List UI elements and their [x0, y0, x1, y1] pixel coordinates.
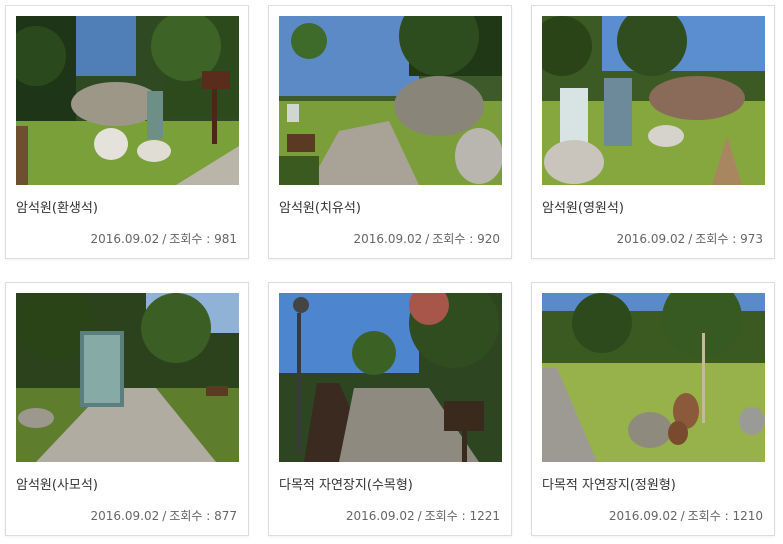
- post-date: 2016.09.02: [90, 509, 160, 523]
- post-date: 2016.09.02: [616, 232, 686, 246]
- views-label: 조회수 :: [695, 232, 737, 246]
- meta-separator: /: [425, 232, 430, 246]
- card-title[interactable]: 다목적 자연장지(정원형): [542, 474, 676, 493]
- meta-separator: /: [162, 509, 167, 523]
- gallery-card[interactable]: 다목적 자연장지(정원형) 2016.09.02/조회수 : 1210: [531, 282, 775, 536]
- card-meta: 2016.09.02/조회수 : 981: [91, 230, 237, 247]
- meta-separator: /: [417, 509, 422, 523]
- gallery-card[interactable]: 암석원(영원석) 2016.09.02/조회수 : 973: [531, 5, 775, 259]
- views-label: 조회수 :: [432, 232, 474, 246]
- card-meta: 2016.09.02/조회수 : 1221: [346, 507, 500, 524]
- views-count: 973: [740, 232, 763, 246]
- views-count: 877: [214, 509, 237, 523]
- post-date: 2016.09.02: [353, 232, 423, 246]
- thumbnail-image[interactable]: [16, 293, 239, 462]
- gallery-card[interactable]: 다목적 자연장지(수목형) 2016.09.02/조회수 : 1221: [268, 282, 512, 536]
- thumbnail-image[interactable]: [542, 16, 765, 185]
- card-title[interactable]: 암석원(사모석): [16, 474, 98, 493]
- gallery-card[interactable]: 암석원(환생석) 2016.09.02/조회수 : 981: [5, 5, 249, 259]
- views-count: 981: [214, 232, 237, 246]
- card-title[interactable]: 암석원(환생석): [16, 197, 98, 216]
- gallery-card[interactable]: 암석원(치유석) 2016.09.02/조회수 : 920: [268, 5, 512, 259]
- views-label: 조회수 :: [687, 509, 729, 523]
- views-count: 920: [477, 232, 500, 246]
- thumbnail-image[interactable]: [542, 293, 765, 462]
- views-count: 1210: [732, 509, 763, 523]
- card-meta: 2016.09.02/조회수 : 877: [91, 507, 237, 524]
- post-date: 2016.09.02: [608, 509, 678, 523]
- card-meta: 2016.09.02/조회수 : 920: [354, 230, 500, 247]
- thumbnail-image[interactable]: [279, 293, 502, 462]
- thumbnail-image[interactable]: [16, 16, 239, 185]
- card-title[interactable]: 암석원(치유석): [279, 197, 361, 216]
- post-date: 2016.09.02: [90, 232, 160, 246]
- card-meta: 2016.09.02/조회수 : 973: [617, 230, 763, 247]
- thumbnail-image[interactable]: [279, 16, 502, 185]
- card-title[interactable]: 암석원(영원석): [542, 197, 624, 216]
- card-title[interactable]: 다목적 자연장지(수목형): [279, 474, 413, 493]
- post-date: 2016.09.02: [345, 509, 415, 523]
- gallery-card[interactable]: 암석원(사모석) 2016.09.02/조회수 : 877: [5, 282, 249, 536]
- views-count: 1221: [469, 509, 500, 523]
- card-meta: 2016.09.02/조회수 : 1210: [609, 507, 763, 524]
- meta-separator: /: [688, 232, 693, 246]
- meta-separator: /: [680, 509, 685, 523]
- views-label: 조회수 :: [169, 509, 211, 523]
- meta-separator: /: [162, 232, 167, 246]
- views-label: 조회수 :: [424, 509, 466, 523]
- views-label: 조회수 :: [169, 232, 211, 246]
